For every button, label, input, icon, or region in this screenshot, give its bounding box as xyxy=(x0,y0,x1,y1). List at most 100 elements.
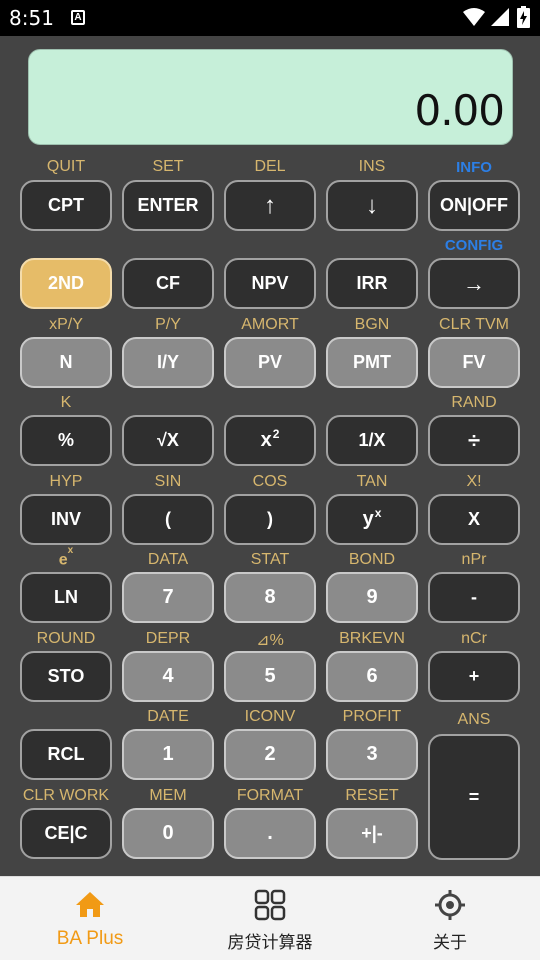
nav-ba-plus-label: BA Plus xyxy=(56,928,124,949)
grid-icon xyxy=(254,889,286,921)
digit-6-button[interactable]: 6 xyxy=(326,651,418,702)
digit-3-button[interactable]: 3 xyxy=(326,729,418,780)
label-tan: TAN xyxy=(356,473,388,490)
irr-button[interactable]: IRR xyxy=(326,258,418,309)
label-quit: QUIT xyxy=(46,158,86,175)
npv-button[interactable]: NPV xyxy=(224,258,316,309)
label-bgn: BGN xyxy=(354,316,390,333)
power-button-base: y xyxy=(362,508,374,530)
rcl-button[interactable]: RCL xyxy=(20,729,112,780)
label-ncr: nCr xyxy=(461,630,487,647)
wifi-icon xyxy=(463,8,485,26)
digit-5-button[interactable]: 5 xyxy=(224,651,316,702)
home-icon xyxy=(76,892,104,917)
label-delta-percent: ⊿% xyxy=(256,632,284,649)
label-profit: PROFIT xyxy=(342,708,402,725)
label-exp-base: e xyxy=(58,551,68,569)
on-off-button[interactable]: ON|OFF xyxy=(428,180,520,231)
label-format: FORMAT xyxy=(236,787,304,804)
label-rand: RAND xyxy=(451,394,497,411)
enter-button[interactable]: ENTER xyxy=(122,180,214,231)
label-bond: BOND xyxy=(348,551,396,568)
cf-button[interactable]: CF xyxy=(122,258,214,309)
open-paren-button[interactable]: ( xyxy=(122,494,214,545)
digit-7-button[interactable]: 7 xyxy=(122,572,214,623)
label-factorial: X! xyxy=(466,473,482,490)
percent-button[interactable]: % xyxy=(20,415,112,466)
label-reset: RESET xyxy=(345,787,399,804)
digit-8-button[interactable]: 8 xyxy=(224,572,316,623)
second-function-button[interactable]: 2ND xyxy=(20,258,112,309)
label-exp-power: x xyxy=(67,545,74,556)
digit-2-button[interactable]: 2 xyxy=(224,729,316,780)
notification-icon: A xyxy=(71,10,85,25)
up-arrow-button[interactable]: ↑ xyxy=(224,180,316,231)
status-bar: 8:51 A xyxy=(0,0,540,36)
label-info: INFO xyxy=(456,159,492,176)
nav-mortgage-calculator-label: 房贷计算器 xyxy=(227,933,313,953)
cpt-button[interactable]: CPT xyxy=(20,180,112,231)
right-arrow-button[interactable]: → xyxy=(428,258,520,309)
power-button[interactable]: yx xyxy=(326,494,418,545)
label-exp: ex xyxy=(16,545,116,569)
ln-button[interactable]: LN xyxy=(20,572,112,623)
digit-9-button[interactable]: 9 xyxy=(326,572,418,623)
battery-icon xyxy=(517,6,530,28)
n-button[interactable]: N xyxy=(20,337,112,388)
label-data: DATA xyxy=(147,551,189,568)
digit-1-button[interactable]: 1 xyxy=(122,729,214,780)
label-amort: AMORT xyxy=(241,316,299,333)
signal-icon xyxy=(491,8,509,26)
reciprocal-button[interactable]: 1/X xyxy=(326,415,418,466)
display-value: 0.00 xyxy=(414,86,505,135)
label-clr-tvm: CLR TVM xyxy=(439,316,509,333)
close-paren-button[interactable]: ) xyxy=(224,494,316,545)
label-date: DATE xyxy=(147,708,189,725)
target-icon xyxy=(435,890,465,920)
nav-mortgage-calculator[interactable]: 房贷计算器 xyxy=(180,877,360,960)
decimal-point-button[interactable]: . xyxy=(224,808,316,859)
label-clr-work: CLR WORK xyxy=(22,787,110,804)
label-ans: ANS xyxy=(457,711,491,728)
down-arrow-button[interactable]: ↓ xyxy=(326,180,418,231)
minus-button[interactable]: - xyxy=(428,572,520,623)
label-sin: SIN xyxy=(154,473,182,490)
inv-button[interactable]: INV xyxy=(20,494,112,545)
ce-c-button[interactable]: CE|C xyxy=(20,808,112,859)
label-mem: MEM xyxy=(149,787,187,804)
square-button-base: x xyxy=(260,429,272,451)
label-py: P/Y xyxy=(155,316,181,333)
equals-button[interactable]: = xyxy=(428,734,520,860)
digit-4-button[interactable]: 4 xyxy=(122,651,214,702)
pmt-button[interactable]: PMT xyxy=(326,337,418,388)
label-round: ROUND xyxy=(36,630,96,647)
divide-button[interactable]: ÷ xyxy=(428,415,520,466)
label-npr: nPr xyxy=(461,551,487,568)
label-stat: STAT xyxy=(250,551,290,568)
label-xpy: xP/Y xyxy=(49,316,83,333)
label-ins: INS xyxy=(358,158,386,175)
plus-button[interactable]: + xyxy=(428,651,520,702)
multiply-button[interactable]: X xyxy=(428,494,520,545)
label-config: CONFIG xyxy=(444,237,504,254)
sqrt-button[interactable]: √X xyxy=(122,415,214,466)
calculator-display: 0.00 xyxy=(28,49,513,145)
bottom-navigation: BA Plus 房贷计算器 关于 xyxy=(0,876,540,960)
pv-button[interactable]: PV xyxy=(224,337,316,388)
digit-0-button[interactable]: 0 xyxy=(122,808,214,859)
power-button-exponent: x xyxy=(374,505,382,520)
fv-button[interactable]: FV xyxy=(428,337,520,388)
sto-button[interactable]: STO xyxy=(20,651,112,702)
label-set: SET xyxy=(152,158,184,175)
square-button-exponent: 2 xyxy=(272,426,280,441)
nav-about[interactable]: 关于 xyxy=(360,877,540,960)
sign-toggle-button[interactable]: +|- xyxy=(326,808,418,859)
label-iconv: ICONV xyxy=(244,708,296,725)
label-brkevn: BRKEVN xyxy=(339,630,405,647)
nav-ba-plus[interactable]: BA Plus xyxy=(0,877,180,960)
label-k: K xyxy=(60,394,72,411)
label-cos: COS xyxy=(252,473,288,490)
square-button[interactable]: x2 xyxy=(224,415,316,466)
iy-button[interactable]: I/Y xyxy=(122,337,214,388)
status-time: 8:51 xyxy=(9,6,54,30)
